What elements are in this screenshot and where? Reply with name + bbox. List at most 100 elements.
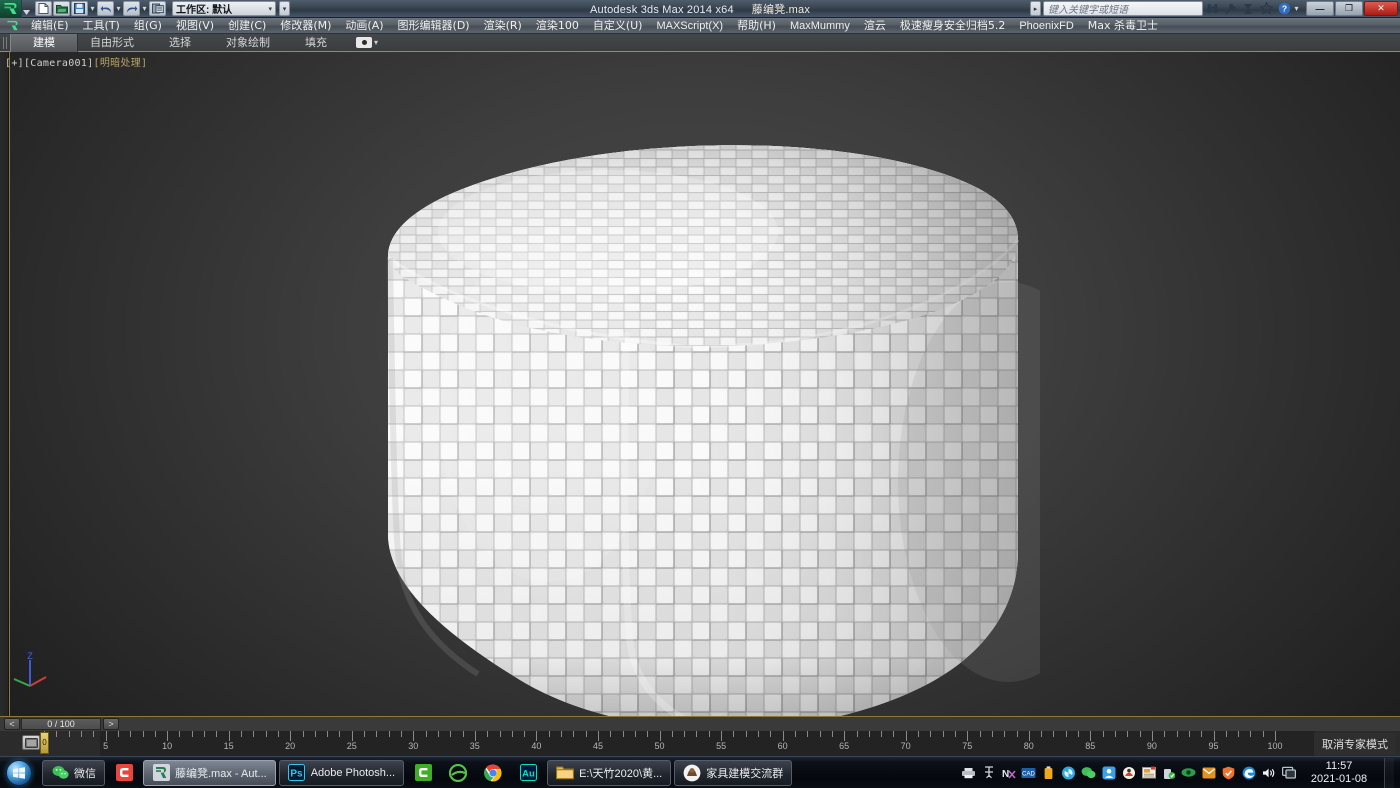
ribbon-tab-freeform[interactable]: 自由形式 [78,34,146,52]
menu-item-group[interactable]: 组(G) [127,18,169,34]
key-filter-icon[interactable] [22,735,40,750]
menu-item-tools[interactable]: 工具(T) [76,18,127,34]
search-expand-icon[interactable]: ▸ [1030,1,1041,16]
edge-icon[interactable] [1241,765,1256,780]
taskbar-audition[interactable]: Au [512,760,544,786]
star-icon[interactable] [1257,0,1275,18]
binoculars-icon[interactable] [1203,0,1221,18]
redo-dropdown-caret[interactable]: ▾ [141,0,148,18]
viewport-camera001[interactable]: [+][Camera001][明暗处理] [0,52,1400,716]
undo-caret[interactable]: ▾ [89,0,96,18]
wechat-tray-icon[interactable] [1081,765,1096,780]
printer-icon[interactable] [961,765,976,780]
undo-icon[interactable] [97,1,114,16]
taskbar-wechat[interactable]: 微信 [42,760,105,786]
prev-frame-button[interactable]: < [4,718,20,730]
chrome-icon [484,764,502,782]
menu-item-maxmummy[interactable]: MaxMummy [783,18,857,34]
menu-item-phoenixfd[interactable]: PhoenixFD [1012,18,1080,34]
shield-icon[interactable] [1221,765,1236,780]
timeline-tick [967,731,968,741]
help-dropdown-caret[interactable]: ▾ [1293,0,1300,18]
taskbar-explorer[interactable]: E:\天竹2020\黄... [547,760,671,786]
nx-icon[interactable]: N [1001,765,1016,780]
application-menu-caret[interactable] [22,0,31,18]
application-menu-button[interactable] [0,0,22,18]
usb-icon[interactable] [1041,765,1056,780]
redo-icon[interactable] [123,1,140,16]
menu-item-create[interactable]: 创建(C) [221,18,273,34]
save-file-icon[interactable] [71,1,88,16]
start-button[interactable] [0,758,38,788]
menu-item-animation[interactable]: 动画(A) [338,18,390,34]
show-desktop-button[interactable] [1384,758,1394,788]
menu-item-views[interactable]: 视图(V) [169,18,221,34]
taskbar-photoshop[interactable]: Ps Adobe Photosh... [279,760,404,786]
menu-item-maxscript[interactable]: MAXScript(X) [649,18,730,34]
firework-icon[interactable] [1121,765,1136,780]
workspace-dropdown-button[interactable]: ▾ [279,1,290,16]
menu-item-archive[interactable]: 极速瘦身安全归档5.2 [893,18,1013,34]
ribbon-grip[interactable] [0,34,10,52]
mail-icon[interactable] [1201,765,1216,780]
help-icon[interactable]: ? [1275,0,1293,18]
cad-icon[interactable]: CAD [1021,765,1036,780]
menu-item-graph-editors[interactable]: 图形编辑器(D) [391,18,477,34]
taskbar-qqgroup[interactable]: 家具建模交流群 [674,760,792,786]
taskbar-browser[interactable] [442,760,474,786]
menu-item-rendering[interactable]: 渲染(R) [477,18,529,34]
viewport-label[interactable]: [+][Camera001][明暗处理] [5,54,147,69]
menu-item-modifiers[interactable]: 修改器(M) [273,18,338,34]
pin-icon[interactable] [1239,0,1257,18]
usb-green-icon[interactable] [1161,765,1176,780]
search-input[interactable]: 键入关键字或短语 [1043,1,1203,16]
timeline-tick [463,731,464,737]
timeline-tick-label: 80 [1024,741,1034,751]
menu-item-help[interactable]: 帮助(H) [730,18,783,34]
menu-item-render100[interactable]: 渲染100 [529,18,586,34]
menu-item-edit[interactable]: 编辑(E) [24,18,76,34]
time-slider-handle[interactable]: 0 / 100 [21,718,101,730]
contacts-icon[interactable] [1101,765,1116,780]
timeline-tick [364,731,365,737]
menu-item-customize[interactable]: 自定义(U) [586,18,650,34]
taskbar-chrome[interactable] [477,760,509,786]
set-project-folder-icon[interactable] [149,1,166,16]
window-controls: — ❐ ✕ [1306,1,1398,16]
undo-dropdown-caret[interactable]: ▾ [115,0,122,18]
next-frame-button[interactable]: > [103,718,119,730]
timeline-tick [487,731,488,737]
ribbon-overflow[interactable]: ▾ [356,37,378,48]
open-file-icon[interactable] [53,1,70,16]
maximize-button[interactable]: ❐ [1335,1,1363,16]
timeline-ruler[interactable]: 0510152025303540455055606570758085909510… [0,731,1400,757]
volume-icon[interactable] [1261,765,1276,780]
taskbar-greenc[interactable] [407,760,439,786]
ribbon-tab-object-paint[interactable]: 对象绘制 [214,34,282,52]
ribbon-tab-modeling[interactable]: 建模 [10,34,78,52]
menu-item-rendercloud[interactable]: 渲云 [857,18,893,34]
workspace-selector[interactable]: 工作区: 默认 ▾ [172,1,276,16]
close-button[interactable]: ✕ [1364,1,1398,16]
monitor-icon[interactable] [1281,765,1296,780]
menu-item-antivirus[interactable]: Max 杀毒卫士 [1081,18,1165,34]
scene-object-rattan-stool[interactable] [368,82,1040,716]
eye-icon[interactable] [1181,765,1196,780]
time-cursor[interactable]: 0 [40,732,49,754]
timeline-tick [56,731,57,737]
wrench-icon[interactable] [1221,0,1239,18]
network-icon[interactable] [981,765,996,780]
cloud-icon[interactable] [1061,765,1076,780]
ribbon-tab-selection[interactable]: 选择 [146,34,214,52]
ribbon-bar: 建模 自由形式 选择 对象绘制 填充 ▾ [0,34,1400,52]
expert-mode-button[interactable]: 取消专家模式 [1314,733,1396,755]
taskbar-camtasia[interactable] [108,760,140,786]
minimize-button[interactable]: — [1306,1,1334,16]
taskbar-clock[interactable]: 11:57 2021-01-08 [1301,760,1379,786]
taskbar-3dsmax[interactable]: 藤编凳.max - Aut... [143,760,276,786]
menu-app-icon[interactable] [0,18,24,34]
ribbon-tab-populate[interactable]: 填充 [282,34,350,52]
timeline-tick [450,731,451,737]
news-icon[interactable] [1141,765,1156,780]
new-file-icon[interactable] [35,1,52,16]
